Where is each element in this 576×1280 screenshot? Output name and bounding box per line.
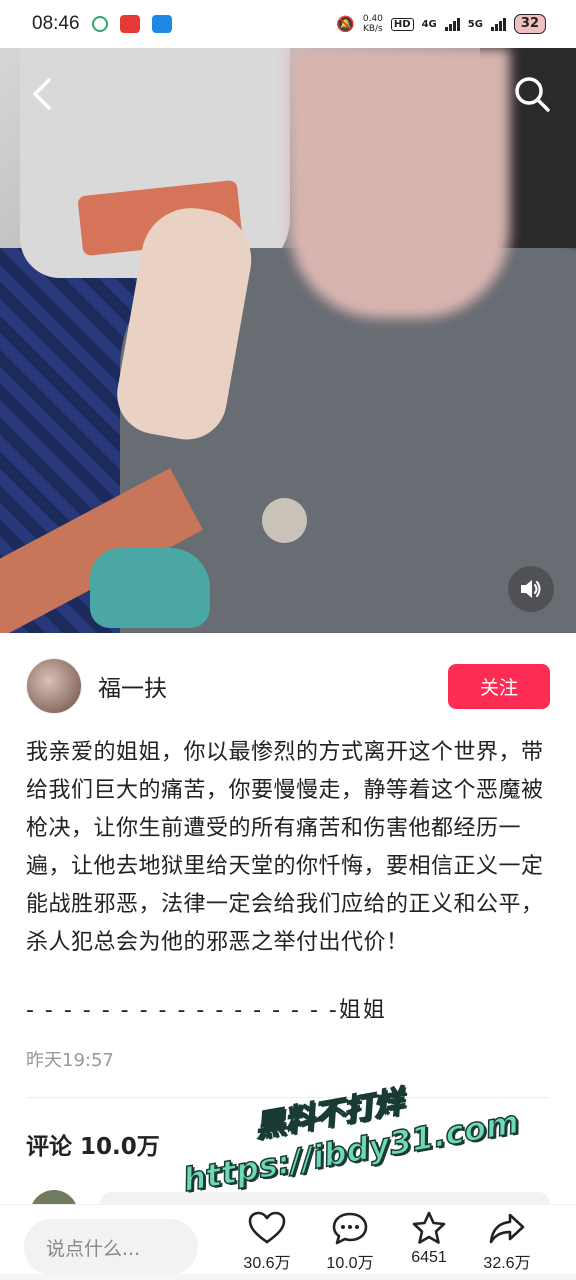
like-button[interactable]: 30.6万 xyxy=(229,1211,305,1273)
net-speed-unit: KB/s xyxy=(362,24,383,34)
post-time: 昨天19:57 xyxy=(26,1050,114,1071)
share-icon xyxy=(489,1213,525,1244)
comment-input[interactable]: 说点什么... xyxy=(24,1219,198,1275)
status-right: 🔕 0.40 KB/s HD 4G 5G 32 xyxy=(336,14,546,34)
back-arrow-icon xyxy=(33,78,51,110)
search-icon xyxy=(515,77,550,112)
net-speed-value: 0.40 xyxy=(362,14,383,24)
comments-title: 评论 10.0万 xyxy=(26,1134,160,1160)
comment-count: 10.0万 xyxy=(326,1255,374,1272)
author-row: 福一扶 关注 xyxy=(26,657,550,715)
status-bar: 08:46 🔕 0.40 KB/s HD 4G 5G 32 xyxy=(0,0,576,48)
status-left: 08:46 xyxy=(32,13,172,35)
photo-brooch xyxy=(262,498,307,543)
bottom-action-bar: 说点什么... 30.6万 10.0万 6451 32.6万 xyxy=(0,1204,576,1280)
sound-button[interactable] xyxy=(508,566,554,612)
mute-icon: 🔕 xyxy=(336,15,355,33)
watermark-line-1: 黑料不打烊 xyxy=(252,1084,407,1146)
photo-blurred-face xyxy=(290,48,510,318)
comment-bubble-icon xyxy=(332,1212,368,1245)
post-photo[interactable] xyxy=(0,48,576,633)
net-speed: 0.40 KB/s xyxy=(363,14,383,34)
network-5g-label: 5G xyxy=(467,18,483,30)
app-notification-blue-icon xyxy=(151,15,172,33)
avatar[interactable] xyxy=(26,658,82,714)
share-count: 32.6万 xyxy=(483,1255,531,1272)
sound-icon xyxy=(521,580,541,598)
heart-icon xyxy=(248,1211,286,1244)
share-button[interactable]: 32.6万 xyxy=(469,1211,545,1273)
signal-4g-icon xyxy=(444,17,460,31)
status-time: 08:46 xyxy=(32,13,80,34)
star-icon xyxy=(412,1211,446,1244)
follow-button[interactable]: 关注 xyxy=(448,663,550,709)
app-notification-red-icon xyxy=(119,15,140,33)
favorite-count: 6451 xyxy=(411,1249,447,1266)
search-button[interactable] xyxy=(508,70,556,118)
post-text: 我亲爱的姐姐，你以最惨烈的方式离开这个世界，带给我们巨大的痛苦，你要慢慢走，静等… xyxy=(26,740,544,955)
signal-5g-icon xyxy=(490,17,506,31)
back-button[interactable] xyxy=(18,70,66,118)
battery-indicator: 32 xyxy=(513,14,546,34)
photo-shoe xyxy=(90,548,210,628)
post-signature: - - - - - - - - - - - - - - - - -姐姐 xyxy=(26,998,387,1023)
favorite-button[interactable]: 6451 xyxy=(391,1211,467,1267)
author-name[interactable]: 福一扶 xyxy=(98,669,167,703)
divider xyxy=(26,1097,550,1098)
network-4g-label: 4G xyxy=(421,18,437,30)
like-count: 30.6万 xyxy=(243,1255,291,1272)
comment-button[interactable]: 10.0万 xyxy=(312,1211,388,1273)
hd-badge: HD xyxy=(390,17,414,31)
watermark-line-2: https://ibdy31.com xyxy=(179,1102,522,1200)
home-indicator xyxy=(0,1274,576,1280)
app-notification-icon xyxy=(91,16,108,32)
